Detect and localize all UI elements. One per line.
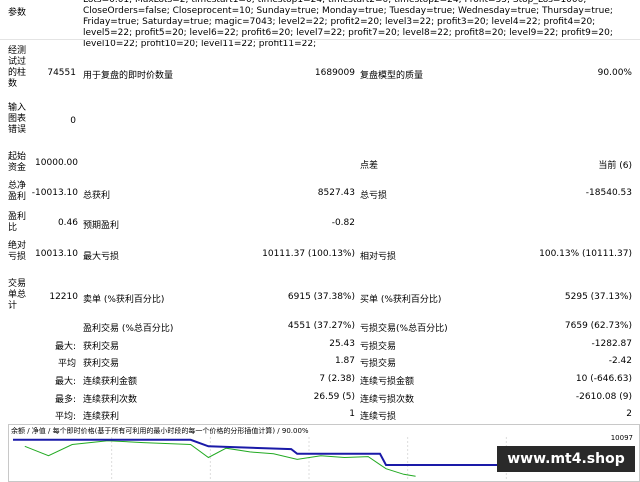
stat-b-label: 亏损交易 [360,342,397,352]
dd-label: 绝对亏损 [8,241,27,262]
stat-a-value: 26.59 (5) [313,392,355,402]
pf-value: 0.46 [57,218,78,228]
chart-y-tick: 10097 [610,434,633,442]
expected-label: 预期盈利 [83,221,120,231]
short-label: 卖单 (%获利百分比) [83,295,165,305]
rel-dd-value: 100.13% (10111.37) [539,249,632,259]
stat-b-value: 10 (-646.63) [575,374,632,384]
profit-trades-value: 4551 (37.27%) [287,321,355,331]
trades-value: 12210 [49,292,78,302]
stat-a-label: 获利交易 [83,342,120,352]
watermark: www.mt4.shop [497,446,635,472]
gross-profit-value: 8527.43 [317,188,355,198]
bars-value: 74551 [47,68,76,78]
gross-profit-label: 总获利 [83,191,111,201]
stat-b-label: 连续亏损金额 [360,377,415,387]
rel-dd-label: 相对亏损 [360,252,397,262]
stat-b-value: -2610.08 (9) [575,392,632,402]
chart-title: 余额 / 净值 / 每个即时价格(基于所有可利用的最小时段的每一个价格的分形插值… [11,426,309,436]
mismatch-value: 0 [70,116,76,126]
pf-label: 盈利比 [8,212,27,233]
stat-prefix: 最大: [54,342,76,352]
trades-label: 交易单总计 [8,279,27,311]
loss-trades-value: 7659 (62.73%) [564,321,632,331]
stat-b-value: -2.42 [608,356,632,366]
stat-b-value: 2 [626,409,632,419]
expected-value: -0.82 [331,218,355,228]
net-label: 总净盈利 [8,181,27,202]
spread-label: 点差 [360,161,379,171]
stat-b-value: -1282.87 [591,339,632,349]
bars-label: 经测试过的柱数 [8,46,27,89]
mismatch-label: 输入图表错误 [8,103,27,135]
stat-prefix: 平均 [57,359,76,369]
stat-a-value: 1.87 [334,356,355,366]
short-value: 6915 (37.38%) [287,292,355,302]
stat-a-label: 连续获利 [83,412,120,422]
stat-a-label: 连续获利次数 [83,395,138,405]
ticks-value: 1689009 [314,68,355,78]
max-dd-label: 最大亏损 [83,252,120,262]
params-text: Lots=0.01; MaxLots=2; timestart1=0; time… [83,0,613,49]
stat-b-label: 连续亏损次数 [360,395,415,405]
stat-prefix: 最大: [54,377,76,387]
loss-trades-label: 亏损交易(%总百分比) [360,324,448,334]
dd-value: 10013.10 [35,249,78,259]
stat-a-label: 获利交易 [83,359,120,369]
stat-a-label: 连续获利金额 [83,377,138,387]
params-label: 参数 [8,8,27,18]
quality-value: 90.00% [597,68,632,78]
profit-trades-label: 盈利交易 (%总百分比) [83,324,174,334]
net-value: -10013.10 [31,188,78,198]
deposit-label: 起始资金 [8,152,27,173]
deposit-value: 10000.00 [35,158,78,168]
spread-value: 当前 (6) [598,161,632,171]
quality-label: 复盘模型的质量 [360,71,424,81]
long-label: 买单 (%获利百分比) [360,295,442,305]
stat-b-label: 亏损交易 [360,359,397,369]
stat-prefix: 最多: [54,395,76,405]
stat-a-value: 7 (2.38) [319,374,355,384]
stat-a-value: 1 [349,409,355,419]
ticks-label: 用于复盘的即时价数量 [83,71,174,81]
divider [0,39,640,40]
max-dd-value: 10111.37 (100.13%) [262,249,355,259]
gross-loss-label: 总亏损 [360,191,388,201]
stat-a-value: 25.43 [329,339,355,349]
gross-loss-value: -18540.53 [585,188,632,198]
stat-prefix: 平均: [54,412,76,422]
stat-b-label: 连续亏损 [360,412,397,422]
long-value: 5295 (37.13%) [564,292,632,302]
